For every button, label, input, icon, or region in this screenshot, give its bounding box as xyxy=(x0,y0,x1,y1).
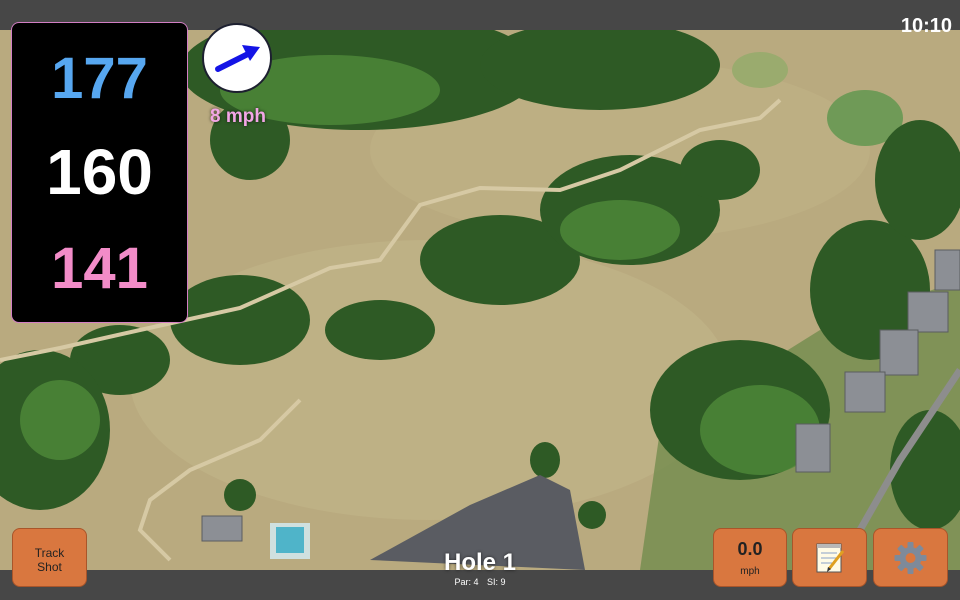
notes-button[interactable] xyxy=(792,528,867,587)
stroke-index-label: SI: 9 xyxy=(487,577,506,587)
speed-button[interactable]: 0.0 mph xyxy=(713,528,787,587)
settings-button[interactable] xyxy=(873,528,948,587)
gear-icon xyxy=(894,542,927,574)
speed-unit: mph xyxy=(740,566,760,577)
par-label: Par: 4 xyxy=(454,577,479,587)
notepad-icon xyxy=(816,543,845,573)
distance-panel: 177 160 141 xyxy=(11,22,188,323)
front-distance: 141 xyxy=(51,236,148,301)
track-shot-label-line1: Track xyxy=(34,546,65,560)
center-distance: 160 xyxy=(46,136,153,208)
hole-info: Par: 4 SI: 9 xyxy=(380,577,580,587)
speed-value: 0.0 xyxy=(737,539,763,559)
clock: 10:10 xyxy=(900,15,952,37)
back-distance: 177 xyxy=(51,46,148,111)
track-shot-label-line2: Shot xyxy=(37,560,62,574)
arrow-northeast-icon xyxy=(215,45,260,72)
track-shot-button[interactable]: Track Shot xyxy=(12,528,87,587)
hole-title: Hole 1 xyxy=(443,549,517,576)
wind-direction-dial xyxy=(202,23,272,93)
wind-speed: 8 mph xyxy=(210,106,266,127)
